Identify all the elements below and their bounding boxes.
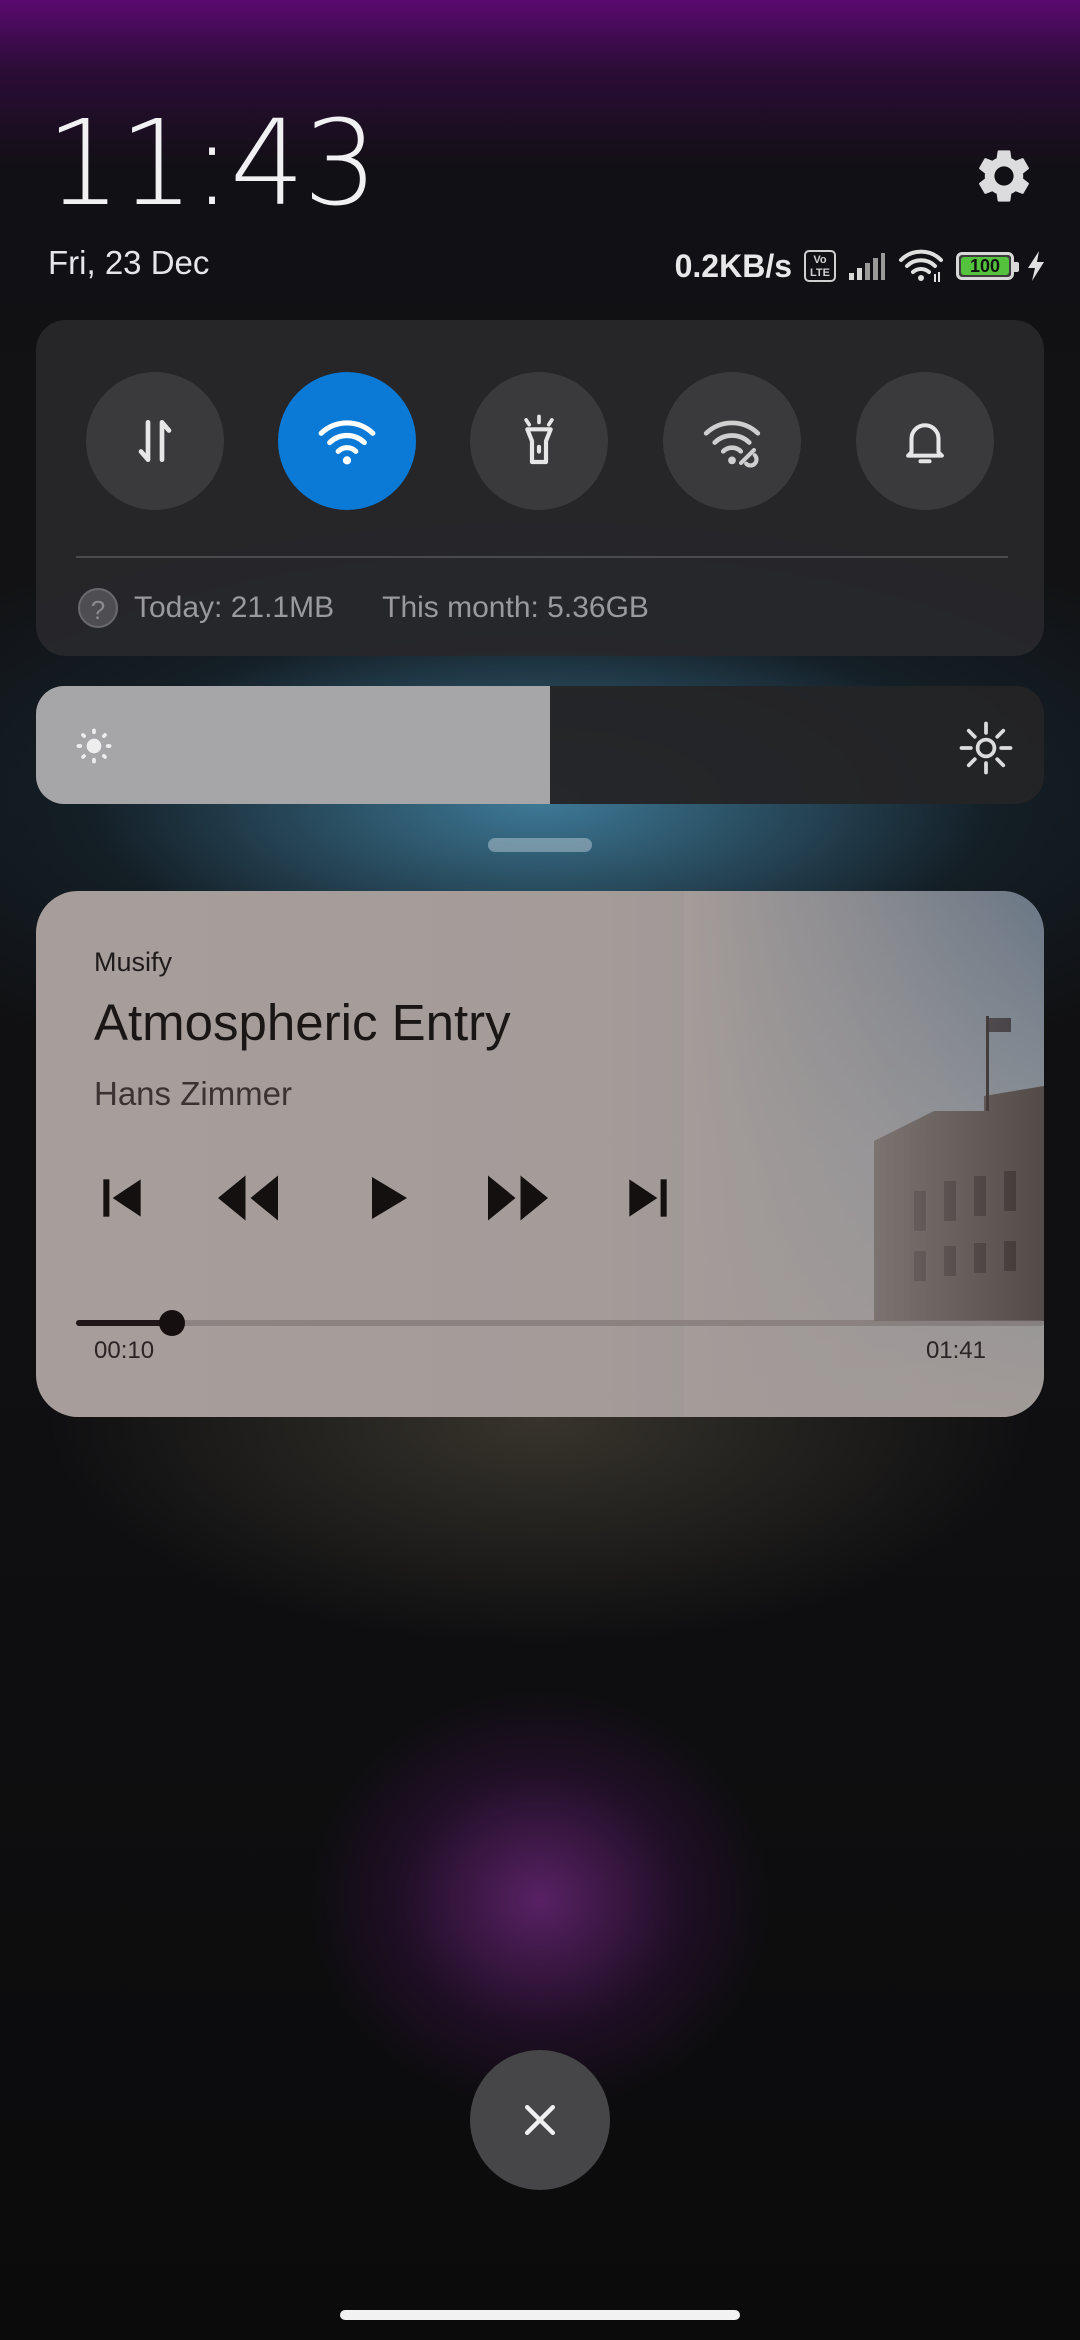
wifi-hotspot-icon: [703, 420, 761, 468]
fast-forward-icon: [488, 1175, 548, 1221]
data-today: Today: 21.1MB: [134, 591, 335, 624]
elapsed-time: 00:10: [94, 1337, 155, 1364]
wifi-icon: [318, 420, 376, 465]
flashlight-toggle[interactable]: [470, 372, 608, 510]
quick-settings-panel: ? Today: 21.1MB This month: 5.36GB: [36, 320, 1044, 656]
clock: 11:43: [46, 94, 378, 232]
play-icon: [372, 1177, 407, 1219]
gear-icon[interactable]: [972, 144, 1036, 208]
wifi-toggle[interactable]: [278, 372, 416, 510]
data-month: This month: 5.36GB: [382, 591, 649, 624]
brightness-slider[interactable]: [36, 686, 1044, 804]
progress-thumb[interactable]: [158, 1310, 185, 1336]
status-bar: 0.2KB/s Vo LTE 100: [675, 244, 1046, 288]
home-indicator[interactable]: [340, 2310, 740, 2320]
skip-previous-button[interactable]: [82, 1163, 162, 1233]
fast-forward-button[interactable]: [478, 1163, 558, 1233]
total-duration: 01:41: [925, 1337, 986, 1364]
progress-bar[interactable]: [76, 1310, 1044, 1336]
close-icon: [524, 2104, 556, 2136]
divider: [76, 556, 1008, 558]
skip-previous-icon: [103, 1179, 141, 1217]
help-icon: ?: [78, 588, 118, 628]
brightness-low-icon: [76, 728, 112, 764]
progress-fill: [76, 1320, 172, 1326]
skip-next-button[interactable]: [608, 1163, 688, 1233]
media-app-name: Musify: [94, 947, 173, 977]
data-transfer-icon: [138, 420, 172, 462]
media-player-card[interactable]: Musify Atmospheric Entry Hans Zimmer 00:…: [36, 891, 1044, 1417]
album-art: [684, 891, 1044, 1417]
flashlight-icon: [524, 414, 554, 465]
sound-toggle[interactable]: [856, 372, 994, 510]
network-speed: 0.2KB/s: [674, 247, 792, 284]
artist-name: Hans Zimmer: [94, 1075, 293, 1112]
song-title: Atmospheric Entry: [94, 994, 511, 1051]
battery-level: 100: [961, 257, 1009, 276]
rewind-button[interactable]: [208, 1163, 288, 1233]
volte-icon: Vo LTE: [804, 250, 836, 282]
drag-handle[interactable]: [488, 838, 592, 852]
bell-icon: [906, 423, 944, 464]
lightning-icon: [1028, 251, 1044, 281]
mobile-data-toggle[interactable]: [86, 372, 224, 510]
close-button[interactable]: [470, 2050, 610, 2190]
rewind-icon: [218, 1175, 278, 1221]
signal-bars-icon: [849, 253, 885, 280]
date-label: Fri, 23 Dec: [48, 244, 210, 281]
battery-icon: 100: [956, 252, 1019, 280]
play-button[interactable]: [346, 1163, 426, 1233]
hotspot-toggle[interactable]: [663, 372, 801, 510]
skip-next-icon: [629, 1179, 667, 1217]
data-usage-row[interactable]: ? Today: 21.1MB This month: 5.36GB: [78, 588, 649, 628]
wifi-icon: [899, 249, 943, 282]
brightness-high-icon: [959, 721, 1013, 775]
